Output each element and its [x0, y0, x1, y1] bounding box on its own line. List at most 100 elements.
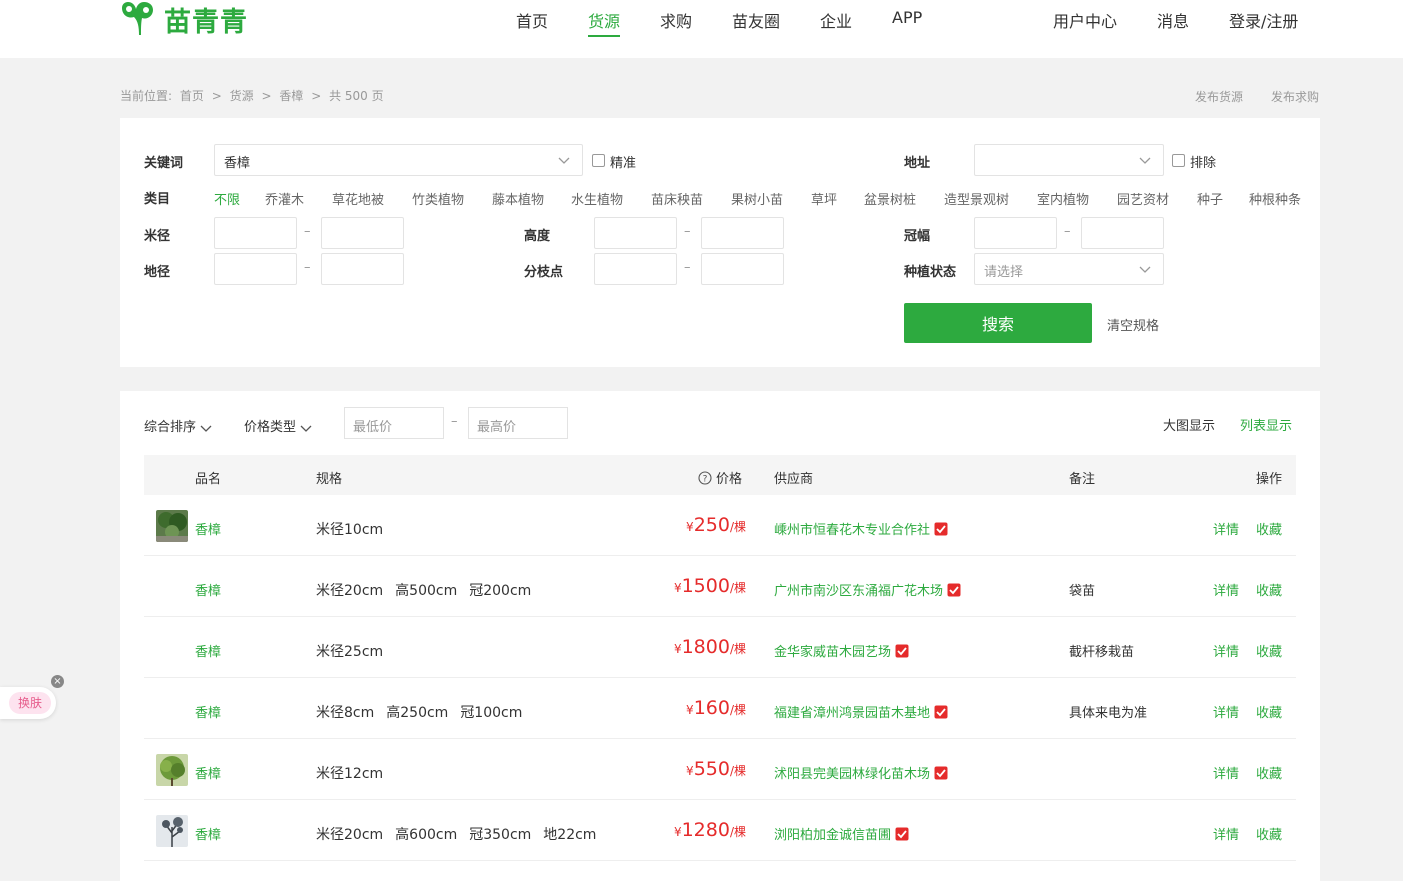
nav-home[interactable]: 首页 [516, 8, 548, 32]
crown-label: 冠幅 [904, 229, 931, 244]
planting-status-label: 种植状态 [904, 265, 957, 280]
detail-link[interactable]: 详情 [1213, 641, 1239, 660]
detail-link[interactable]: 详情 [1213, 519, 1239, 538]
price-type-dropdown[interactable]: 价格类型 [244, 416, 312, 435]
category-item[interactable]: 草花地被 [332, 189, 384, 208]
exact-checkbox[interactable] [592, 154, 605, 167]
supplier-link[interactable]: 浏阳柏加金诚信苗圃 [774, 824, 909, 843]
category-item[interactable]: 不限 [214, 189, 240, 208]
product-name-link[interactable]: 香樟 [195, 824, 221, 843]
category-item[interactable]: 草坪 [811, 189, 837, 208]
nav-community[interactable]: 苗友圈 [732, 8, 780, 32]
publish-supply-link[interactable]: 发布货源 [1195, 88, 1243, 105]
product-note: 截杆移栽苗 [1069, 645, 1135, 660]
category-item[interactable]: 种子 [1197, 189, 1223, 208]
supplier-link[interactable]: 福建省漳州鸿景园苗木基地 [774, 702, 948, 721]
sort-dropdown[interactable]: 综合排序 [144, 416, 212, 435]
crown-max-input[interactable] [1081, 217, 1164, 249]
product-name-link[interactable]: 香樟 [195, 763, 221, 782]
exclude-checkbox[interactable] [1172, 154, 1185, 167]
nav-user-center[interactable]: 用户中心 [1053, 8, 1117, 32]
category-item[interactable]: 种根种条 [1249, 189, 1301, 208]
max-price-input[interactable]: 最高价 [468, 407, 568, 439]
category-item[interactable]: 乔灌木 [265, 189, 304, 208]
spec-item: 米径10cm [316, 522, 384, 538]
ground-diameter-min-input[interactable] [214, 253, 297, 285]
detail-link[interactable]: 详情 [1213, 580, 1239, 599]
supplier-name: 沭阳县完美园林绿化苗木场 [774, 767, 931, 782]
favorite-link[interactable]: 收藏 [1256, 702, 1282, 721]
product-note: 具体来电为准 [1069, 706, 1148, 721]
skin-button[interactable]: 换肤 [0, 687, 56, 719]
category-item[interactable]: 藤本植物 [492, 189, 544, 208]
product-thumbnail[interactable] [156, 815, 188, 847]
detail-link[interactable]: 详情 [1213, 702, 1239, 721]
help-circle-icon[interactable]: ? [698, 471, 712, 485]
category-item[interactable]: 盆景树桩 [864, 189, 916, 208]
range-dash: – [684, 224, 691, 239]
category-item[interactable]: 室内植物 [1037, 189, 1089, 208]
nav-enterprise[interactable]: 企业 [820, 8, 852, 32]
product-name-link[interactable]: 香樟 [195, 580, 221, 599]
product-thumbnail[interactable] [156, 754, 188, 786]
nav-messages[interactable]: 消息 [1157, 8, 1189, 32]
favorite-link[interactable]: 收藏 [1256, 824, 1282, 843]
category-item[interactable]: 竹类植物 [412, 189, 464, 208]
spec-item: 地22cm [543, 827, 597, 843]
breadcrumb-home[interactable]: 首页 [180, 89, 204, 103]
price-currency: ¥ [673, 642, 682, 656]
branch-max-input[interactable] [701, 253, 784, 285]
category-item[interactable]: 苗床秧苗 [651, 189, 703, 208]
nav-app[interactable]: APP [892, 8, 922, 27]
product-name-link[interactable]: 香樟 [195, 641, 221, 660]
height-max-input[interactable] [701, 217, 784, 249]
search-button[interactable]: 搜索 [904, 303, 1092, 343]
favorite-link[interactable]: 收藏 [1256, 580, 1282, 599]
diameter-min-input[interactable] [214, 217, 297, 249]
price-value: 1800 [681, 636, 730, 658]
favorite-link[interactable]: 收藏 [1256, 763, 1282, 782]
supplier-link[interactable]: 广州市南沙区东涌福广花木场 [774, 580, 961, 599]
product-spec: 米径20cm 高600cm 冠350cm 地22cm [316, 824, 608, 844]
view-large-image[interactable]: 大图显示 [1163, 415, 1215, 434]
nav-demand[interactable]: 求购 [660, 8, 692, 32]
site-logo[interactable]: 苗青青 [120, 1, 248, 38]
view-list[interactable]: 列表显示 [1240, 415, 1292, 434]
planting-status-placeholder: 请选择 [984, 265, 1024, 280]
publish-demand-link[interactable]: 发布求购 [1271, 88, 1319, 105]
product-price: ¥160/棵 [686, 697, 746, 719]
nav-login[interactable]: 登录/注册 [1229, 8, 1298, 32]
product-thumbnail[interactable] [156, 510, 188, 542]
category-item[interactable]: 造型景观树 [944, 189, 1009, 208]
close-icon[interactable]: × [51, 675, 64, 688]
chevron-down-icon [558, 157, 570, 164]
diameter-max-input[interactable] [321, 217, 404, 249]
min-price-input[interactable]: 最低价 [344, 407, 444, 439]
clear-specs-link[interactable]: 清空规格 [1107, 315, 1159, 334]
address-select[interactable] [974, 144, 1164, 176]
supplier-link[interactable]: 嵊州市恒春花木专业合作社 [774, 519, 948, 538]
ground-diameter-max-input[interactable] [321, 253, 404, 285]
category-item[interactable]: 园艺资材 [1117, 189, 1169, 208]
breadcrumb-keyword[interactable]: 香樟 [279, 89, 303, 103]
keyword-select[interactable]: 香樟 [214, 144, 583, 176]
breadcrumb-page-count: 共 500 页 [329, 89, 384, 103]
category-item[interactable]: 果树小苗 [731, 189, 783, 208]
favorite-link[interactable]: 收藏 [1256, 519, 1282, 538]
crown-min-input[interactable] [974, 217, 1057, 249]
height-min-input[interactable] [594, 217, 677, 249]
breadcrumb-supply[interactable]: 货源 [230, 89, 254, 103]
detail-link[interactable]: 详情 [1213, 824, 1239, 843]
branch-min-input[interactable] [594, 253, 677, 285]
favorite-link[interactable]: 收藏 [1256, 641, 1282, 660]
product-name-link[interactable]: 香樟 [195, 519, 221, 538]
price-currency: ¥ [686, 703, 694, 717]
product-name-link[interactable]: 香樟 [195, 702, 221, 721]
supplier-link[interactable]: 沭阳县完美园林绿化苗木场 [774, 763, 948, 782]
category-item[interactable]: 水生植物 [571, 189, 623, 208]
spec-item: 冠100cm [460, 705, 523, 721]
detail-link[interactable]: 详情 [1213, 763, 1239, 782]
planting-status-select[interactable]: 请选择 [974, 253, 1164, 285]
nav-supply[interactable]: 货源 [588, 8, 620, 32]
supplier-link[interactable]: 金华家威苗木园艺场 [774, 641, 909, 660]
